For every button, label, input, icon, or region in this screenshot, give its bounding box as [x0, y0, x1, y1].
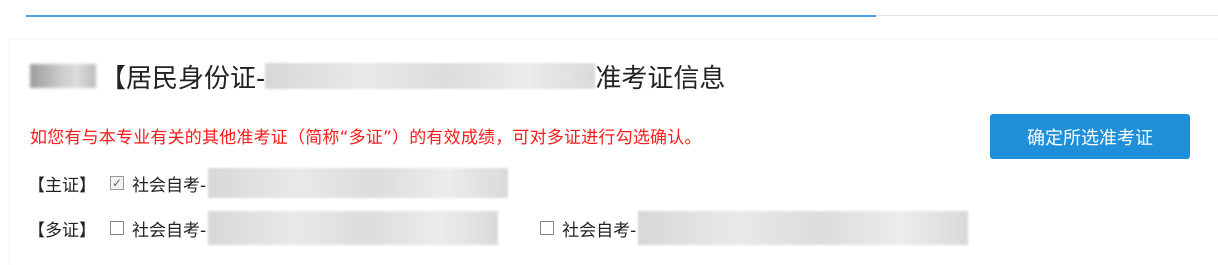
redacted-ticket-number [208, 168, 509, 198]
redacted-name [30, 64, 96, 88]
title-prefix: 【居民身份证- [100, 63, 266, 94]
main-cert-label: 社会自考- [132, 175, 207, 196]
multi-cert-option-1[interactable]: 社会自考- [110, 211, 499, 245]
redacted-ticket-number [208, 211, 499, 245]
multi-cert-tag: 【多证】 [28, 220, 96, 241]
main-cert-row: 【主证】 ✓ 社会自考- [28, 168, 509, 198]
checkbox-checked-icon[interactable]: ✓ [110, 176, 124, 190]
active-tab-underline [26, 15, 876, 17]
multi-cert-label-2: 社会自考- [562, 220, 637, 241]
main-cert-tag: 【主证】 [28, 175, 96, 196]
multi-cert-option-2[interactable]: 社会自考- [540, 211, 969, 245]
checkbox-unchecked-icon[interactable] [540, 221, 555, 235]
multi-cert-label-1: 社会自考- [132, 220, 207, 241]
title-suffix: 准考证信息 [595, 63, 726, 94]
page-title: 【居民身份证- 准考证信息 [30, 58, 725, 94]
tab-divider [876, 15, 1218, 16]
checkbox-unchecked-icon[interactable] [110, 221, 124, 235]
multi-cert-notice: 如您有与本专业有关的其他准考证（简称“多证”）的有效成绩，可对多证进行勾选确认。 [30, 128, 702, 148]
confirm-selected-tickets-button[interactable]: 确定所选准考证 [990, 114, 1190, 159]
main-cert-option[interactable]: ✓ 社会自考- [110, 168, 509, 198]
redacted-ticket-number [638, 211, 969, 245]
page: 【居民身份证- 准考证信息 如您有与本专业有关的其他准考证（简称“多证”）的有效… [0, 0, 1218, 265]
multi-cert-row: 【多证】 社会自考- 社会自考- [28, 211, 969, 245]
redacted-id-number [265, 63, 596, 89]
